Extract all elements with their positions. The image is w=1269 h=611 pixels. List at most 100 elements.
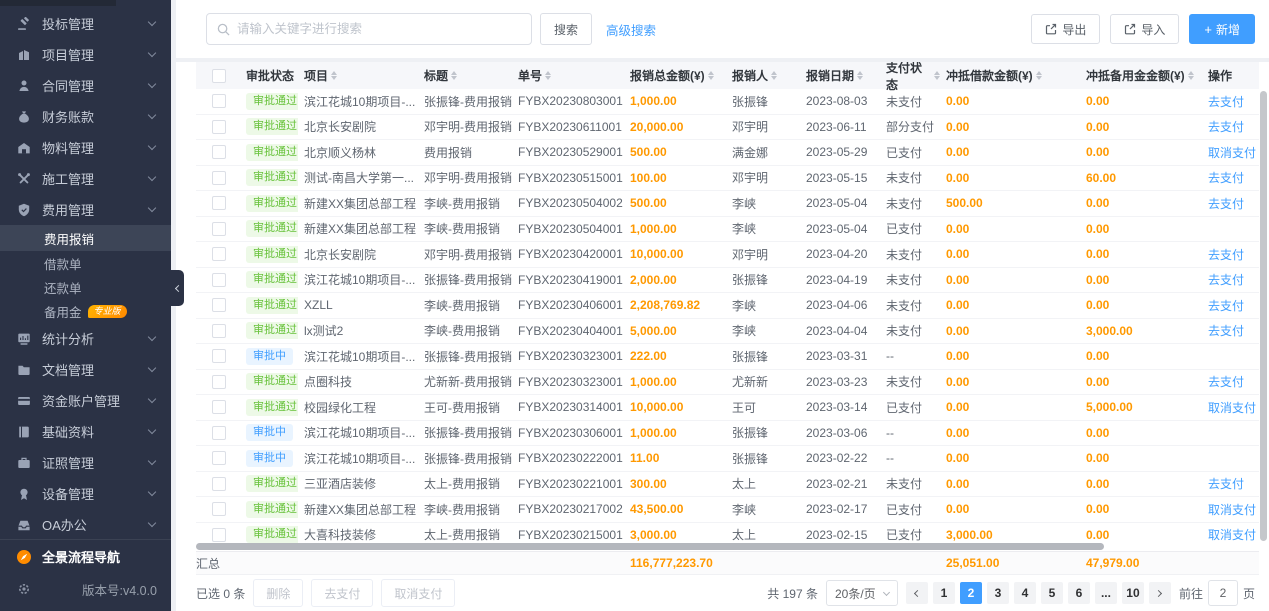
sort-icon[interactable] — [451, 71, 457, 80]
sidebar-item-设备管理[interactable]: 设备管理 — [0, 478, 171, 509]
sort-icon[interactable] — [708, 71, 714, 80]
sidebar-item-财务账款[interactable]: 财务账款 — [0, 101, 171, 132]
horizontal-scrollbar[interactable] — [196, 543, 1104, 550]
sort-icon[interactable] — [1036, 71, 1042, 80]
row-checkbox[interactable] — [212, 120, 226, 134]
column-header-date: 报销日期 — [800, 67, 880, 84]
search-button[interactable]: 搜索 — [540, 13, 592, 45]
sidebar: 投标管理 项目管理 合同管理 财务账款 物料管理 施工管理 费用管理 费用报销 … — [0, 0, 171, 611]
sidebar-item-物料管理[interactable]: 物料管理 — [0, 132, 171, 163]
page-button[interactable]: 6 — [1068, 582, 1090, 604]
goto-page-input[interactable] — [1208, 580, 1238, 606]
import-button[interactable]: 导入 — [1110, 14, 1179, 44]
select-all-checkbox[interactable] — [212, 69, 226, 83]
sidebar-item-基础资料[interactable]: 基础资料 — [0, 416, 171, 447]
docno-cell: FYBX20230515001 — [512, 171, 624, 185]
row-action-link[interactable]: 去支付 — [1208, 477, 1244, 491]
table-row: 审批通过 三亚酒店装修 太上-费用报销 FYBX20230221001 300.… — [196, 472, 1259, 498]
sidebar-subitem-备用金[interactable]: 备用金 专业版 — [0, 299, 171, 323]
page-button[interactable]: 5 — [1041, 582, 1063, 604]
row-action-link[interactable]: 取消支付 — [1208, 146, 1256, 160]
row-action-link[interactable]: 去支付 — [1208, 171, 1244, 185]
sort-icon[interactable] — [545, 71, 551, 80]
row-checkbox[interactable] — [212, 502, 226, 516]
sidebar-subitem-费用报销[interactable]: 费用报销 — [0, 225, 171, 251]
table-row: 审批中 滨江花城10期项目-... 张振锋-费用报销 FYBX202303230… — [196, 344, 1259, 370]
row-checkbox[interactable] — [212, 477, 226, 491]
export-button[interactable]: 导出 — [1031, 14, 1100, 44]
gear-icon[interactable] — [16, 581, 32, 597]
row-checkbox[interactable] — [212, 247, 226, 261]
sort-icon[interactable] — [771, 71, 777, 80]
row-checkbox[interactable] — [212, 273, 226, 287]
row-checkbox[interactable] — [212, 375, 226, 389]
sort-icon[interactable] — [857, 71, 863, 80]
row-checkbox[interactable] — [212, 298, 226, 312]
page-size-select[interactable]: 20条/页 — [826, 580, 898, 606]
vertical-scrollbar[interactable] — [1260, 91, 1267, 541]
sidebar-item-证照管理[interactable]: 证照管理 — [0, 447, 171, 478]
row-checkbox[interactable] — [212, 451, 226, 465]
row-action-link[interactable]: 去支付 — [1208, 299, 1244, 313]
advanced-search-link[interactable]: 高级搜索 — [606, 20, 656, 39]
page-button[interactable]: 10 — [1122, 582, 1144, 604]
sidebar-item-panorama-nav[interactable]: 全景流程导航 — [0, 539, 171, 573]
page-button[interactable]: 3 — [987, 582, 1009, 604]
sidebar-subitem-还款单[interactable]: 还款单 — [0, 275, 171, 299]
row-action-link[interactable]: 去支付 — [1208, 375, 1244, 389]
add-button[interactable]: + 新增 — [1189, 14, 1255, 44]
row-checkbox[interactable] — [212, 528, 226, 542]
page-ellipsis-button[interactable]: ... — [1095, 582, 1117, 604]
page-button[interactable]: 4 — [1014, 582, 1036, 604]
next-page-button[interactable] — [1149, 582, 1171, 604]
row-checkbox[interactable] — [212, 400, 226, 414]
row-action-link[interactable]: 去支付 — [1208, 95, 1244, 109]
row-checkbox[interactable] — [212, 94, 226, 108]
sidebar-item-项目管理[interactable]: 项目管理 — [0, 39, 171, 70]
row-action-link[interactable]: 取消支付 — [1208, 528, 1256, 542]
row-checkbox[interactable] — [212, 145, 226, 159]
row-checkbox[interactable] — [212, 349, 226, 363]
project-cell: 滨江花城10期项目-... — [298, 450, 418, 467]
row-action-link[interactable]: 取消支付 — [1208, 401, 1256, 415]
row-action-link[interactable]: 去支付 — [1208, 197, 1244, 211]
row-checkbox[interactable] — [212, 222, 226, 236]
sidebar-item-资金账户管理[interactable]: 资金账户管理 — [0, 385, 171, 416]
date-cell: 2023-02-22 — [800, 451, 880, 465]
building-icon — [16, 47, 32, 63]
delete-button[interactable]: 删除 — [253, 579, 303, 607]
row-action-link[interactable]: 去支付 — [1208, 120, 1244, 134]
row-action-link[interactable]: 去支付 — [1208, 273, 1244, 287]
sidebar-item-投标管理[interactable]: 投标管理 — [0, 8, 171, 39]
sidebar-item-OA办公[interactable]: OA办公 — [0, 509, 171, 539]
row-checkbox[interactable] — [212, 426, 226, 440]
row-checkbox[interactable] — [212, 324, 226, 338]
page-button[interactable]: 2 — [960, 582, 982, 604]
pay-button[interactable]: 去支付 — [311, 579, 373, 607]
sidebar-item-文档管理[interactable]: 文档管理 — [0, 354, 171, 385]
person-cell: 李峡 — [726, 220, 800, 237]
goto-label: 前往 — [1179, 585, 1203, 602]
sort-icon[interactable] — [1188, 71, 1194, 80]
sidebar-collapse-handle[interactable] — [171, 270, 184, 306]
sidebar-item-施工管理[interactable]: 施工管理 — [0, 163, 171, 194]
row-checkbox[interactable] — [212, 171, 226, 185]
row-action-link[interactable]: 取消支付 — [1208, 503, 1256, 517]
row-action-link[interactable]: 去支付 — [1208, 248, 1244, 262]
sidebar-subitem-借款单[interactable]: 借款单 — [0, 251, 171, 275]
sidebar-item-label: 项目管理 — [42, 45, 94, 64]
prev-page-button[interactable] — [906, 582, 928, 604]
row-checkbox[interactable] — [212, 196, 226, 210]
sort-icon[interactable] — [331, 71, 337, 80]
chevron-down-icon — [148, 80, 156, 88]
pay-status-cell: 未支付 — [880, 373, 940, 390]
page-button[interactable]: 1 — [933, 582, 955, 604]
search-input[interactable] — [237, 22, 521, 36]
sidebar-item-统计分析[interactable]: 统计分析 — [0, 323, 171, 354]
cancel-pay-button[interactable]: 取消支付 — [381, 579, 455, 607]
add-label: 新增 — [1216, 21, 1240, 38]
row-action-link[interactable]: 去支付 — [1208, 324, 1244, 338]
sidebar-item-费用管理[interactable]: 费用管理 — [0, 194, 171, 225]
sidebar-item-合同管理[interactable]: 合同管理 — [0, 70, 171, 101]
inbox-icon — [16, 517, 32, 533]
